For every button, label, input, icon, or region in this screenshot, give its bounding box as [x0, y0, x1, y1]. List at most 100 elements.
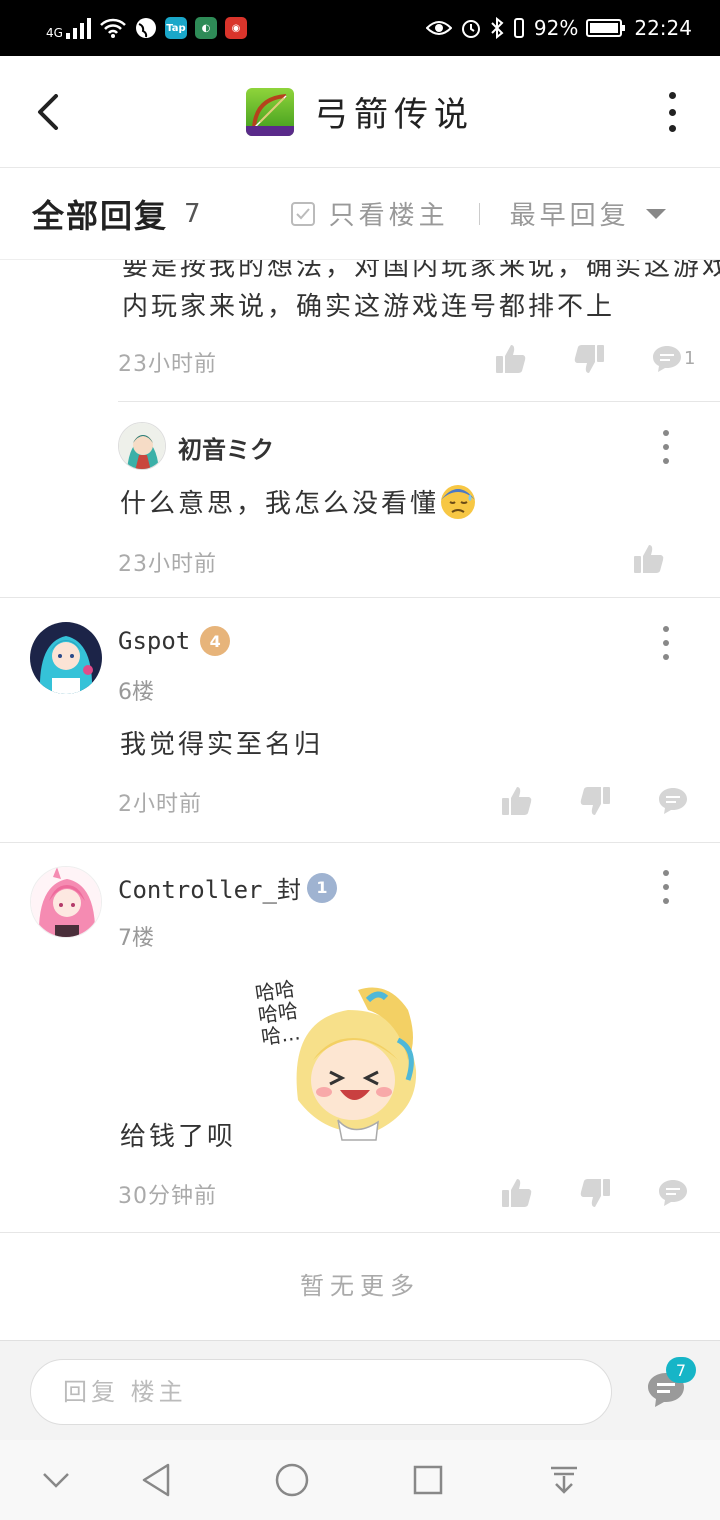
dislike-button[interactable] [572, 342, 606, 376]
username[interactable]: Gspot [118, 627, 190, 655]
thumbs-up-icon [502, 1179, 532, 1207]
level-badge: 1 [306, 872, 337, 903]
caret-down-icon [645, 208, 666, 219]
no-more-label: 暂无更多 [300, 1272, 420, 1300]
sweat-sad-emoji [441, 485, 476, 519]
comment-more-button[interactable] [656, 626, 676, 660]
only-owner-toggle[interactable]: 只看楼主 [290, 195, 449, 232]
more-vertical-icon [663, 430, 669, 436]
more-options-button[interactable] [660, 92, 684, 132]
like-button[interactable] [632, 542, 666, 576]
eye-icon [425, 21, 452, 35]
more-dot [663, 654, 669, 660]
more-dot [663, 640, 669, 646]
vibrate-icon [513, 18, 524, 38]
dislike-button[interactable] [578, 784, 612, 818]
status-bar: 4G Tap ◐ ◉ 92% 22:24 [0, 0, 720, 56]
tap-app-icon: Tap [164, 17, 187, 39]
square-recents-icon [413, 1465, 443, 1495]
nav-home-button[interactable] [270, 1458, 314, 1502]
avatar[interactable] [30, 866, 102, 938]
level-value: 4 [209, 631, 221, 651]
nav-notifications-button[interactable] [542, 1458, 586, 1502]
divider [0, 842, 720, 843]
filter-bar: 全部回复 7 只看楼主 最早回复 [0, 168, 720, 260]
sort-label: 最早回复 [509, 201, 630, 231]
more-dot [668, 108, 676, 116]
all-replies-title: 全部回复 [32, 196, 169, 235]
hide-keyboard-button[interactable] [34, 1458, 78, 1502]
only-owner-label: 只看楼主 [328, 201, 449, 231]
reply-list: 要是按我的想法，对国内玩家来说，确实这游戏连号都排不上 内玩家来说，确实这游戏连… [0, 260, 720, 1340]
comment-more-button[interactable] [656, 870, 676, 904]
like-button[interactable] [494, 342, 528, 376]
globe-icon [135, 18, 156, 38]
game-icon [246, 87, 294, 136]
reply-count: 1 [684, 348, 696, 369]
floor-number: 6楼 [118, 680, 154, 705]
chevron-left-icon [38, 94, 58, 130]
comment-icon [659, 1180, 687, 1206]
more-dot [663, 458, 669, 464]
laughing-sticker: 哈哈哈哈哈... [253, 977, 438, 1150]
comment-actions [500, 784, 690, 818]
comment-more-button[interactable] [656, 430, 676, 464]
comment-body: 什么意思，我怎么没看懂 [120, 482, 477, 520]
reply-input[interactable] [30, 1359, 612, 1425]
avatar[interactable] [118, 422, 166, 470]
more-vertical-icon [663, 870, 669, 876]
nav-recents-button[interactable] [406, 1458, 450, 1502]
comment-time: 23小时前 [118, 352, 217, 377]
level-value: 1 [316, 878, 328, 897]
app-notification-icon-2: ◉ [224, 17, 247, 39]
comment-text-clipped: 要是按我的想法，对国内玩家来说，确实这游戏连号都排不上 [122, 260, 720, 282]
like-button[interactable] [500, 784, 534, 818]
reply-button[interactable] [656, 784, 690, 818]
reply-count: 7 [184, 198, 201, 229]
more-vertical-icon [663, 626, 669, 632]
comment-text: 我觉得实至名归 [120, 730, 324, 760]
app-notification-icon: ◐ [194, 17, 217, 39]
avatar[interactable] [30, 622, 102, 694]
divider [118, 401, 720, 402]
network-type: 4G [46, 26, 63, 40]
reply-button[interactable] [656, 1176, 690, 1210]
pull-down-icon [551, 1466, 577, 1494]
thumbs-up-icon [502, 787, 532, 815]
nav-back-button[interactable] [134, 1458, 178, 1502]
level-badge: 4 [200, 626, 231, 656]
comment-actions: 1 [494, 342, 695, 376]
user-line: Gspot 4 [118, 626, 231, 656]
triangle-back-icon [142, 1463, 170, 1497]
divider [478, 202, 480, 225]
username[interactable]: Controller_封 [118, 870, 301, 905]
comment-text: 内玩家来说，确实这游戏连号都排不上 [122, 292, 616, 322]
comment-time: 30分钟前 [118, 1184, 217, 1209]
more-dot [663, 444, 669, 450]
more-dot [663, 898, 669, 904]
divider [0, 1232, 720, 1233]
bluetooth-icon [491, 17, 504, 39]
checkbox-icon[interactable] [290, 201, 315, 226]
signal-icon [65, 18, 91, 39]
comment-text: 什么意思，我怎么没看懂 [120, 488, 440, 519]
reply-button[interactable]: 1 [650, 342, 695, 376]
battery-percent: 92% [533, 16, 579, 40]
thumbs-up-icon [496, 345, 526, 373]
battery-icon [586, 19, 626, 37]
status-right: 92% 22:24 [425, 16, 692, 40]
back-button[interactable] [28, 92, 68, 132]
app-screen: 4G Tap ◐ ◉ 92% 22:24 弓箭传说 全部回复 7 只看楼主 最早… [0, 0, 720, 1520]
like-button[interactable] [500, 1176, 534, 1210]
comment-icon [653, 346, 681, 372]
divider [0, 597, 720, 598]
chevron-down-icon [43, 1473, 69, 1488]
thumbs-down-icon [580, 1179, 610, 1207]
reply-bar: 7 [0, 1340, 720, 1440]
sort-dropdown[interactable]: 最早回复 [510, 195, 666, 232]
dislike-button[interactable] [578, 1176, 612, 1210]
circle-home-icon [275, 1463, 309, 1497]
username[interactable]: 初音ミク [178, 430, 274, 465]
system-nav-bar [0, 1440, 720, 1520]
more-vertical-icon [668, 92, 676, 99]
